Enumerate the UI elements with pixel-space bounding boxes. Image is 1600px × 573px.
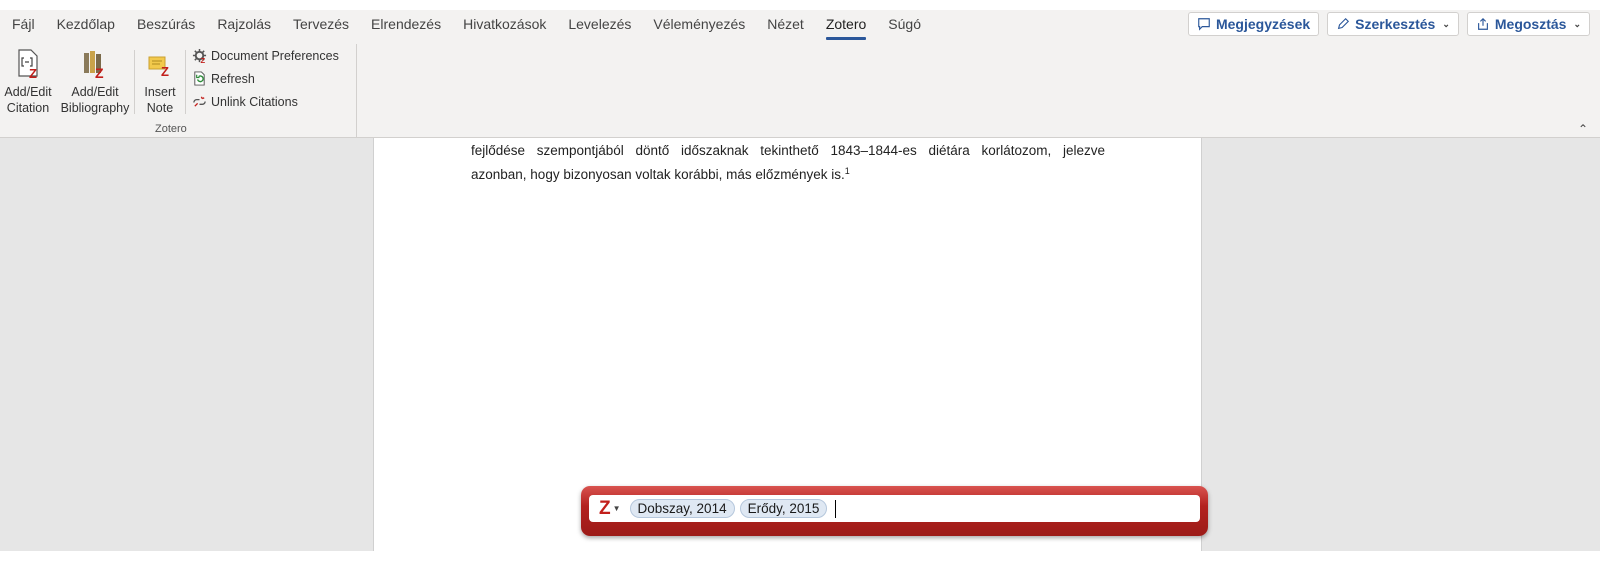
label-line: Add/Edit bbox=[71, 85, 119, 99]
citation-bubble[interactable]: Dobszay, 2014 bbox=[629, 499, 735, 518]
tab-references[interactable]: Hivatkozások bbox=[452, 10, 557, 40]
collapse-ribbon-icon[interactable]: ⌃ bbox=[1578, 122, 1588, 136]
unlink-icon bbox=[193, 96, 206, 107]
label-line: Add/Edit bbox=[4, 85, 52, 99]
citation-search-input[interactable]: Z ▼ Dobszay, 2014 Erődy, 2015 bbox=[589, 495, 1200, 522]
add-edit-bibliography-button[interactable]: Z Add/Edit Bibliography bbox=[56, 44, 134, 124]
text-cursor bbox=[835, 499, 837, 518]
document-preferences-label: Document Preferences bbox=[211, 48, 339, 63]
add-edit-bibliography-label: Add/Edit Bibliography bbox=[61, 84, 130, 116]
share-icon bbox=[1477, 17, 1488, 30]
svg-text:Z: Z bbox=[200, 56, 205, 63]
share-label: Megosztás bbox=[1494, 16, 1567, 32]
tab-file[interactable]: Fájl bbox=[0, 10, 46, 40]
paragraph-line: fejlődése szempontjából döntő időszaknak… bbox=[471, 143, 1105, 158]
tab-view[interactable]: Nézet bbox=[756, 10, 815, 40]
group-separator bbox=[356, 44, 357, 144]
editing-button[interactable]: Szerkesztés ⌄ bbox=[1327, 12, 1459, 36]
footnote-reference[interactable]: 1 bbox=[845, 166, 850, 176]
paragraph-line: azonban, hogy bizonyosan voltak korábbi,… bbox=[471, 167, 845, 182]
citation-icon: Z bbox=[12, 48, 44, 80]
tab-layout[interactable]: Elrendezés bbox=[360, 10, 452, 40]
refresh-label: Refresh bbox=[211, 71, 255, 86]
pencil-icon bbox=[1337, 17, 1350, 30]
label-line: Bibliography bbox=[60, 101, 130, 115]
label-line: Citation bbox=[6, 101, 50, 115]
tab-design[interactable]: Tervezés bbox=[282, 10, 360, 40]
share-button[interactable]: Megosztás ⌄ bbox=[1466, 12, 1590, 36]
top-actions: Megjegyzések Szerkesztés ⌄ Megosztás ⌄ bbox=[1187, 12, 1590, 36]
bottom-strip bbox=[0, 551, 1600, 573]
zotero-commands: Z Add/Edit Citation Z Add/Edit Bibliogra… bbox=[0, 44, 339, 124]
unlink-citations-button[interactable]: Unlink Citations bbox=[192, 90, 339, 113]
tab-draw[interactable]: Rajzolás bbox=[206, 10, 282, 40]
zotero-logo-icon[interactable]: Z bbox=[599, 499, 611, 518]
comment-icon bbox=[1198, 18, 1210, 31]
document-preferences-button[interactable]: Z Document Preferences bbox=[192, 44, 339, 67]
label-line: Insert bbox=[144, 85, 176, 99]
tab-zotero[interactable]: Zotero bbox=[815, 10, 877, 40]
citation-bubble[interactable]: Erődy, 2015 bbox=[739, 499, 828, 518]
insert-note-label: Insert Note bbox=[144, 84, 175, 116]
word-window: Fájl Kezdőlap Beszúrás Rajzolás Tervezés… bbox=[0, 0, 1600, 573]
svg-text:Z: Z bbox=[95, 65, 104, 79]
tab-review[interactable]: Véleményezés bbox=[642, 10, 756, 40]
chevron-down-icon: ⌄ bbox=[1573, 18, 1581, 29]
add-edit-citation-label: Add/Edit Citation bbox=[4, 84, 51, 116]
refresh-button[interactable]: Refresh bbox=[192, 67, 339, 90]
document-text[interactable]: fejlődése szempontjából döntő időszaknak… bbox=[471, 141, 1105, 185]
label-line: Note bbox=[146, 101, 174, 115]
unlink-citations-label: Unlink Citations bbox=[211, 94, 298, 109]
refresh-icon bbox=[194, 71, 205, 86]
add-edit-citation-button[interactable]: Z Add/Edit Citation bbox=[0, 44, 56, 124]
tab-mailings[interactable]: Levelezés bbox=[557, 10, 642, 40]
chevron-down-icon: ⌄ bbox=[1442, 18, 1450, 29]
chevron-down-icon[interactable]: ▼ bbox=[613, 504, 621, 513]
note-icon: Z bbox=[144, 48, 176, 80]
ribbon: Fájl Kezdőlap Beszúrás Rajzolás Tervezés… bbox=[0, 10, 1600, 144]
tab-insert[interactable]: Beszúrás bbox=[126, 10, 206, 40]
bibliography-icon: Z bbox=[79, 48, 111, 80]
tab-home[interactable]: Kezdőlap bbox=[46, 10, 126, 40]
editing-label: Szerkesztés bbox=[1355, 16, 1436, 32]
gear-icon: Z bbox=[192, 48, 207, 63]
svg-text:Z: Z bbox=[29, 66, 37, 79]
insert-note-button[interactable]: Z Insert Note bbox=[135, 44, 185, 124]
svg-text:Z: Z bbox=[161, 64, 169, 79]
tab-help[interactable]: Súgó bbox=[877, 10, 932, 40]
comments-label: Megjegyzések bbox=[1215, 16, 1311, 32]
ribbon-tabs: Fájl Kezdőlap Beszúrás Rajzolás Tervezés… bbox=[0, 10, 932, 40]
zotero-quick-format-bar: Z ▼ Dobszay, 2014 Erődy, 2015 bbox=[581, 486, 1208, 536]
window-top-strip bbox=[0, 0, 1600, 10]
group-label-zotero: Zotero bbox=[155, 123, 187, 135]
small-commands: Z Document Preferences Refresh Unlink Ci… bbox=[186, 44, 339, 124]
comments-button[interactable]: Megjegyzések bbox=[1187, 12, 1320, 36]
